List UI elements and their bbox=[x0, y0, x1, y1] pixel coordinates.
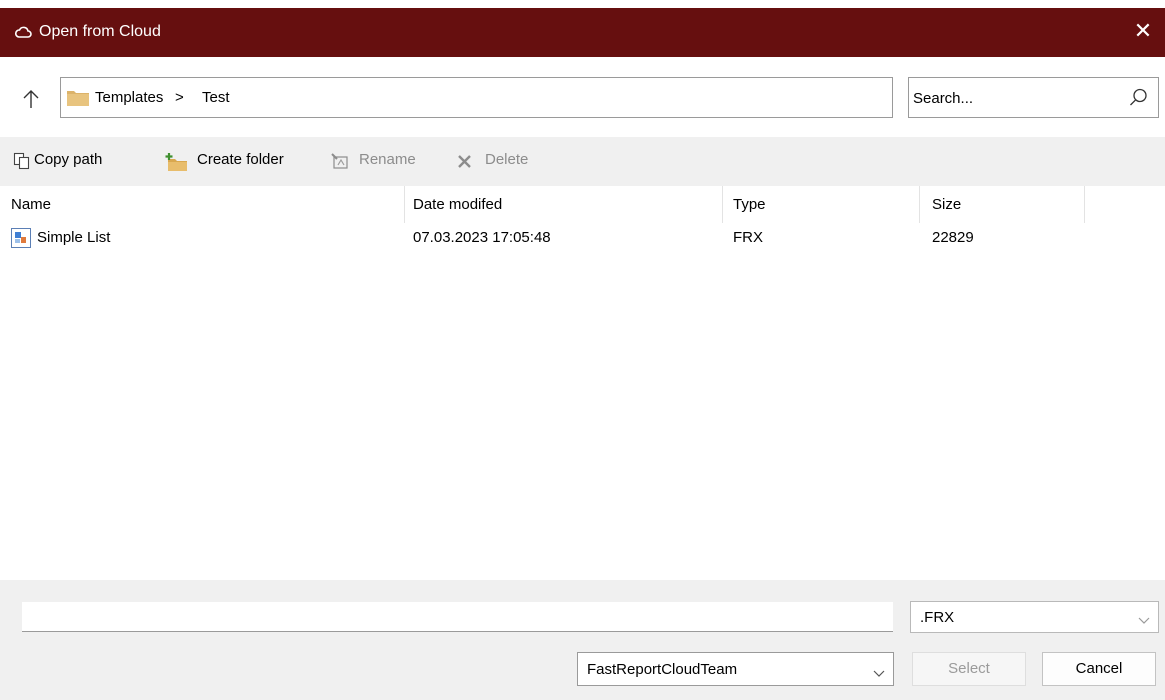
new-folder-icon bbox=[164, 152, 188, 176]
column-header-size[interactable]: Size bbox=[932, 196, 961, 213]
close-button[interactable]: ✕ bbox=[1121, 16, 1165, 48]
window-title: Open from Cloud bbox=[39, 23, 161, 40]
copy-path-button[interactable]: Copy path bbox=[13, 151, 143, 173]
search-field[interactable] bbox=[908, 77, 1159, 118]
folder-icon bbox=[67, 89, 89, 110]
create-folder-label: Create folder bbox=[197, 151, 284, 168]
file-name-field[interactable] bbox=[22, 602, 893, 632]
delete-icon bbox=[456, 152, 474, 174]
column-divider[interactable] bbox=[722, 186, 723, 223]
toolbar: Copy path Create folder Rename Delete bbox=[0, 137, 1165, 186]
search-icon[interactable] bbox=[1129, 88, 1148, 111]
breadcrumb-item-test[interactable]: Test bbox=[202, 89, 230, 106]
column-divider[interactable] bbox=[1084, 186, 1085, 223]
file-date: 07.03.2023 17:05:48 bbox=[413, 229, 551, 246]
column-header-type[interactable]: Type bbox=[733, 196, 766, 213]
arrow-up-icon[interactable] bbox=[20, 88, 42, 110]
file-name: Simple List bbox=[37, 229, 111, 246]
breadcrumb-item-templates[interactable]: Templates bbox=[95, 89, 163, 106]
column-divider[interactable] bbox=[919, 186, 920, 223]
file-type: FRX bbox=[733, 229, 763, 246]
rename-icon bbox=[330, 152, 352, 174]
title-bar: Open from Cloud ✕ bbox=[0, 8, 1165, 57]
cloud-icon bbox=[14, 24, 32, 44]
workspace-value: FastReportCloudTeam bbox=[587, 661, 738, 678]
file-size: 22829 bbox=[932, 229, 974, 246]
workspace-select[interactable]: FastReportCloudTeam bbox=[577, 652, 894, 686]
delete-label: Delete bbox=[485, 151, 529, 168]
file-list: Name Date modifed Type Size Simple List … bbox=[0, 186, 1165, 580]
column-divider[interactable] bbox=[404, 186, 405, 223]
chevron-down-icon bbox=[1138, 612, 1150, 629]
file-type-filter-select[interactable]: .FRX bbox=[910, 601, 1159, 633]
breadcrumb[interactable]: Templates > Test bbox=[60, 77, 893, 118]
rename-button[interactable]: Rename bbox=[330, 151, 425, 173]
rename-label: Rename bbox=[359, 151, 416, 168]
filter-value: .FRX bbox=[920, 609, 955, 626]
delete-button[interactable]: Delete bbox=[456, 151, 541, 173]
breadcrumb-separator: > bbox=[175, 89, 184, 106]
column-header-date[interactable]: Date modifed bbox=[413, 196, 502, 213]
cancel-button[interactable]: Cancel bbox=[1042, 652, 1156, 686]
column-header-name[interactable]: Name bbox=[11, 196, 51, 213]
report-file-icon bbox=[11, 228, 31, 252]
table-row[interactable]: Simple List 07.03.2023 17:05:48 FRX 2282… bbox=[0, 224, 1165, 252]
create-folder-button[interactable]: Create folder bbox=[164, 151, 304, 173]
chevron-down-icon bbox=[873, 665, 885, 682]
search-input[interactable] bbox=[913, 87, 1113, 109]
copy-icon bbox=[13, 152, 31, 174]
copy-path-label: Copy path bbox=[34, 151, 103, 168]
select-button[interactable]: Select bbox=[912, 652, 1026, 686]
